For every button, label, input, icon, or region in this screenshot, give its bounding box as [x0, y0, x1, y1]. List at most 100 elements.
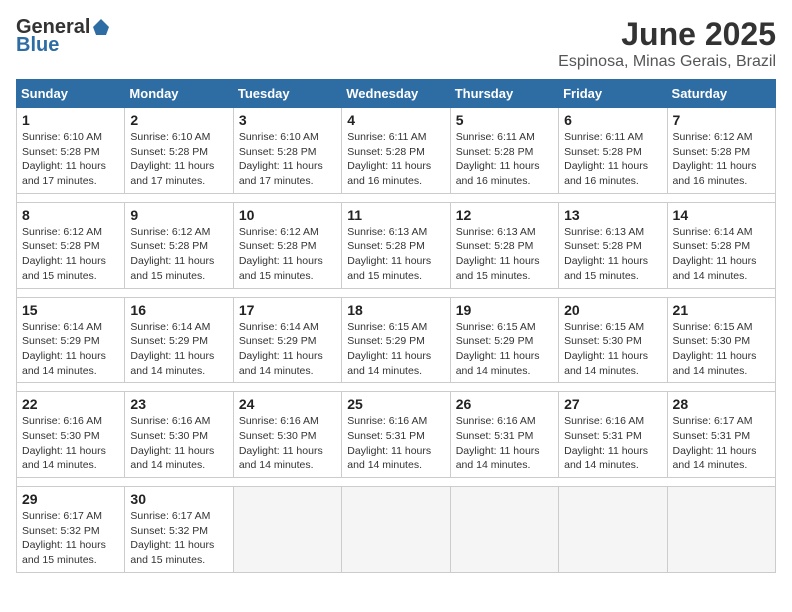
- day-info: Sunrise: 6:10 AMSunset: 5:28 PMDaylight:…: [22, 130, 119, 189]
- calendar-cell: 16 Sunrise: 6:14 AMSunset: 5:29 PMDayligh…: [125, 297, 233, 383]
- calendar-cell: 1Sunrise: 6:10 AMSunset: 5:28 PMDaylight…: [17, 108, 125, 194]
- day-number: 23: [130, 396, 227, 412]
- day-header-wednesday: Wednesday: [342, 80, 450, 108]
- day-info: Sunrise: 6:14 AMSunset: 5:29 PMDaylight:…: [239, 320, 336, 379]
- calendar-cell: 5 Sunrise: 6:11 AMSunset: 5:28 PMDaylight…: [450, 108, 558, 194]
- day-info: Sunrise: 6:13 AMSunset: 5:28 PMDaylight:…: [456, 225, 553, 284]
- calendar-cell: 9 Sunrise: 6:12 AMSunset: 5:28 PMDaylight…: [125, 202, 233, 288]
- calendar-cell: [559, 487, 667, 573]
- calendar-cell: 15 Sunrise: 6:14 AMSunset: 5:29 PMDayligh…: [17, 297, 125, 383]
- day-number: 17: [239, 302, 336, 318]
- calendar-cell: 12 Sunrise: 6:13 AMSunset: 5:28 PMDayligh…: [450, 202, 558, 288]
- day-number: 5: [456, 112, 553, 128]
- logo-blue-text: Blue: [16, 34, 110, 56]
- day-info: Sunrise: 6:11 AMSunset: 5:28 PMDaylight:…: [564, 130, 661, 189]
- calendar-cell: 4 Sunrise: 6:11 AMSunset: 5:28 PMDaylight…: [342, 108, 450, 194]
- calendar-cell: 23 Sunrise: 6:16 AMSunset: 5:30 PMDayligh…: [125, 392, 233, 478]
- calendar-table: SundayMondayTuesdayWednesdayThursdayFrid…: [16, 79, 776, 573]
- week-spacer: [17, 478, 776, 487]
- calendar-cell: [342, 487, 450, 573]
- calendar-cell: 30Sunrise: 6:17 AMSunset: 5:32 PMDayligh…: [125, 487, 233, 573]
- day-info: Sunrise: 6:11 AMSunset: 5:28 PMDaylight:…: [347, 130, 444, 189]
- calendar-cell: 17 Sunrise: 6:14 AMSunset: 5:29 PMDayligh…: [233, 297, 341, 383]
- calendar-cell: 25Sunrise: 6:16 AMSunset: 5:31 PMDayligh…: [342, 392, 450, 478]
- day-number: 21: [673, 302, 770, 318]
- calendar-cell: 28 Sunrise: 6:17 AMSunset: 5:31 PMDayligh…: [667, 392, 775, 478]
- day-info: Sunrise: 6:17 AMSunset: 5:31 PMDaylight:…: [673, 414, 770, 473]
- calendar-cell: 29 Sunrise: 6:17 AMSunset: 5:32 PMDayligh…: [17, 487, 125, 573]
- day-info: Sunrise: 6:16 AMSunset: 5:31 PMDaylight:…: [456, 414, 553, 473]
- day-number: 15: [22, 302, 119, 318]
- calendar-cell: 11 Sunrise: 6:13 AMSunset: 5:28 PMDayligh…: [342, 202, 450, 288]
- calendar-cell: 7 Sunrise: 6:12 AMSunset: 5:28 PMDaylight…: [667, 108, 775, 194]
- calendar-week-4: 22Sunrise: 6:16 AMSunset: 5:30 PMDayligh…: [17, 392, 776, 478]
- calendar-cell: [667, 487, 775, 573]
- day-number: 19: [456, 302, 553, 318]
- calendar-cell: 18 Sunrise: 6:15 AMSunset: 5:29 PMDayligh…: [342, 297, 450, 383]
- day-number: 11: [347, 207, 444, 223]
- day-header-tuesday: Tuesday: [233, 80, 341, 108]
- day-info: Sunrise: 6:10 AMSunset: 5:28 PMDaylight:…: [239, 130, 336, 189]
- day-number: 26: [456, 396, 553, 412]
- day-info: Sunrise: 6:14 AMSunset: 5:29 PMDaylight:…: [130, 320, 227, 379]
- day-number: 25: [347, 396, 444, 412]
- day-header-sunday: Sunday: [17, 80, 125, 108]
- calendar-cell: 13 Sunrise: 6:13 AMSunset: 5:28 PMDayligh…: [559, 202, 667, 288]
- day-info: Sunrise: 6:12 AMSunset: 5:28 PMDaylight:…: [130, 225, 227, 284]
- calendar-cell: 14 Sunrise: 6:14 AMSunset: 5:28 PMDayligh…: [667, 202, 775, 288]
- day-number: 16: [130, 302, 227, 318]
- day-number: 7: [673, 112, 770, 128]
- calendar-cell: 6 Sunrise: 6:11 AMSunset: 5:28 PMDaylight…: [559, 108, 667, 194]
- day-number: 12: [456, 207, 553, 223]
- day-info: Sunrise: 6:13 AMSunset: 5:28 PMDaylight:…: [347, 225, 444, 284]
- day-number: 29: [22, 491, 119, 507]
- calendar-week-2: 8Sunrise: 6:12 AMSunset: 5:28 PMDaylight…: [17, 202, 776, 288]
- day-number: 2: [130, 112, 227, 128]
- day-number: 27: [564, 396, 661, 412]
- calendar-cell: [450, 487, 558, 573]
- calendar-cell: 24Sunrise: 6:16 AMSunset: 5:30 PMDayligh…: [233, 392, 341, 478]
- day-info: Sunrise: 6:17 AMSunset: 5:32 PMDaylight:…: [22, 509, 119, 568]
- calendar-cell: 27Sunrise: 6:16 AMSunset: 5:31 PMDayligh…: [559, 392, 667, 478]
- calendar-cell: 22Sunrise: 6:16 AMSunset: 5:30 PMDayligh…: [17, 392, 125, 478]
- calendar-body: 1Sunrise: 6:10 AMSunset: 5:28 PMDaylight…: [17, 108, 776, 573]
- calendar-week-3: 15 Sunrise: 6:14 AMSunset: 5:29 PMDayligh…: [17, 297, 776, 383]
- calendar-header: SundayMondayTuesdayWednesdayThursdayFrid…: [17, 80, 776, 108]
- day-info: Sunrise: 6:15 AMSunset: 5:29 PMDaylight:…: [456, 320, 553, 379]
- day-info: Sunrise: 6:11 AMSunset: 5:28 PMDaylight:…: [456, 130, 553, 189]
- week-spacer: [17, 383, 776, 392]
- page-header: General Blue June 2025 Espinosa, Minas G…: [16, 16, 776, 71]
- day-info: Sunrise: 6:17 AMSunset: 5:32 PMDaylight:…: [130, 509, 227, 568]
- day-info: Sunrise: 6:14 AMSunset: 5:28 PMDaylight:…: [673, 225, 770, 284]
- calendar-cell: 19 Sunrise: 6:15 AMSunset: 5:29 PMDayligh…: [450, 297, 558, 383]
- day-number: 6: [564, 112, 661, 128]
- calendar-week-1: 1Sunrise: 6:10 AMSunset: 5:28 PMDaylight…: [17, 108, 776, 194]
- day-info: Sunrise: 6:12 AMSunset: 5:28 PMDaylight:…: [673, 130, 770, 189]
- day-info: Sunrise: 6:15 AMSunset: 5:29 PMDaylight:…: [347, 320, 444, 379]
- day-number: 14: [673, 207, 770, 223]
- day-info: Sunrise: 6:15 AMSunset: 5:30 PMDaylight:…: [564, 320, 661, 379]
- week-spacer: [17, 288, 776, 297]
- day-header-monday: Monday: [125, 80, 233, 108]
- day-info: Sunrise: 6:16 AMSunset: 5:30 PMDaylight:…: [130, 414, 227, 473]
- day-info: Sunrise: 6:13 AMSunset: 5:28 PMDaylight:…: [564, 225, 661, 284]
- subtitle: Espinosa, Minas Gerais, Brazil: [558, 53, 776, 71]
- calendar-cell: 8Sunrise: 6:12 AMSunset: 5:28 PMDaylight…: [17, 202, 125, 288]
- day-number: 18: [347, 302, 444, 318]
- week-spacer: [17, 193, 776, 202]
- day-number: 4: [347, 112, 444, 128]
- calendar-week-5: 29 Sunrise: 6:17 AMSunset: 5:32 PMDayligh…: [17, 487, 776, 573]
- day-info: Sunrise: 6:14 AMSunset: 5:29 PMDaylight:…: [22, 320, 119, 379]
- calendar-cell: 2Sunrise: 6:10 AMSunset: 5:28 PMDaylight…: [125, 108, 233, 194]
- day-number: 13: [564, 207, 661, 223]
- title-area: June 2025 Espinosa, Minas Gerais, Brazil: [558, 16, 776, 71]
- day-info: Sunrise: 6:16 AMSunset: 5:30 PMDaylight:…: [239, 414, 336, 473]
- day-info: Sunrise: 6:12 AMSunset: 5:28 PMDaylight:…: [22, 225, 119, 284]
- day-number: 28: [673, 396, 770, 412]
- calendar-cell: 3Sunrise: 6:10 AMSunset: 5:28 PMDaylight…: [233, 108, 341, 194]
- day-number: 9: [130, 207, 227, 223]
- day-info: Sunrise: 6:16 AMSunset: 5:30 PMDaylight:…: [22, 414, 119, 473]
- day-info: Sunrise: 6:12 AMSunset: 5:28 PMDaylight:…: [239, 225, 336, 284]
- calendar-cell: 21 Sunrise: 6:15 AMSunset: 5:30 PMDayligh…: [667, 297, 775, 383]
- day-info: Sunrise: 6:15 AMSunset: 5:30 PMDaylight:…: [673, 320, 770, 379]
